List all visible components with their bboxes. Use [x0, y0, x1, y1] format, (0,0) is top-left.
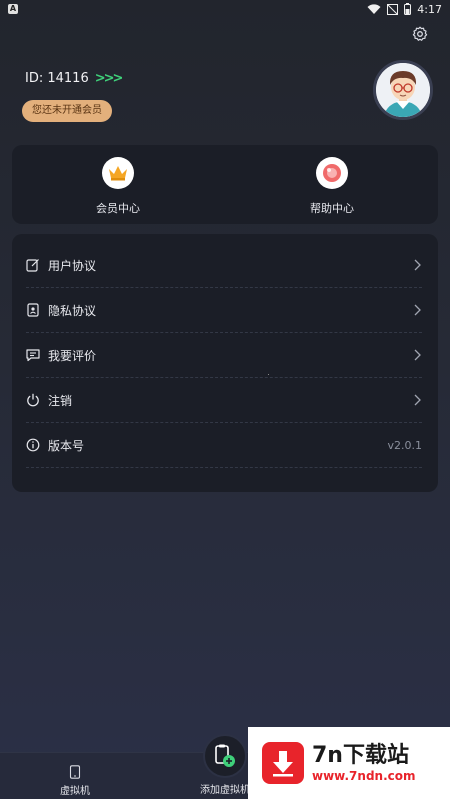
help-center-button[interactable]: 帮助中心: [272, 157, 392, 216]
menu-item-privacy-policy[interactable]: 隐私协议: [26, 288, 422, 333]
tab-virtual-machine-label: 虚拟机: [60, 786, 90, 797]
menu-item-user-agreement[interactable]: 用户协议: [26, 243, 422, 288]
stray-dot: [268, 374, 269, 375]
user-id: ID: 14116 >>>: [25, 71, 124, 86]
avatar[interactable]: [373, 60, 433, 120]
chevron-right-icon: [414, 259, 421, 271]
vip-center-button[interactable]: 会员中心: [58, 157, 178, 216]
settings-menu-card: 用户协议 隐私协议 我要评价 注销 版本号 v2.0.1: [12, 234, 438, 492]
status-bar: A 4:17: [0, 0, 450, 18]
vip-status-badge[interactable]: 您还未开通会员: [22, 100, 112, 122]
help-center-label: 帮助中心: [310, 202, 354, 215]
crown-icon: [102, 157, 134, 189]
tab-virtual-machine[interactable]: 虚拟机: [45, 765, 105, 797]
chevron-right-icon: [414, 394, 421, 406]
add-virtual-machine-button[interactable]: [203, 734, 247, 778]
notification-a-icon: A: [8, 4, 18, 14]
info-icon: [26, 438, 40, 452]
download-arrow-icon: [262, 742, 304, 784]
vip-center-label: 会员中心: [96, 202, 140, 215]
status-time: 4:17: [417, 2, 442, 16]
add-device-icon: [215, 744, 235, 767]
version-value: v2.0.1: [387, 438, 423, 452]
watermark-title: 7n下载站: [312, 743, 409, 768]
menu-item-label: 版本号: [48, 438, 85, 453]
power-icon: [27, 393, 39, 407]
id-card-icon: [27, 303, 39, 317]
menu-item-version: 版本号 v2.0.1: [26, 423, 422, 468]
edit-document-icon: [26, 259, 39, 272]
menu-item-label: 注销: [48, 393, 73, 408]
gear-icon[interactable]: [412, 26, 428, 42]
chevron-right-icon: [414, 349, 421, 361]
add-virtual-machine-label: 添加虚拟机: [200, 785, 250, 796]
menu-item-rate-app[interactable]: 我要评价: [26, 333, 422, 378]
download-site-watermark: 7n下载站 www.7ndn.com: [248, 727, 450, 799]
menu-item-label: 用户协议: [48, 258, 97, 273]
avatar-illustration-icon: [376, 63, 430, 117]
chevron-right-icon: [414, 304, 421, 316]
menu-item-label: 我要评价: [48, 348, 97, 363]
battery-icon: [404, 3, 412, 15]
help-bubble-icon: [316, 157, 348, 189]
chat-icon: [26, 349, 40, 362]
wifi-icon: [367, 3, 381, 14]
quick-actions-card: 会员中心 帮助中心: [12, 145, 438, 224]
forward-arrows-icon[interactable]: >>>: [95, 71, 124, 86]
user-id-label: ID: 14116: [25, 71, 89, 86]
phone-icon: [69, 765, 81, 779]
watermark-url: www.7ndn.com: [312, 769, 416, 783]
menu-item-label: 隐私协议: [48, 303, 97, 318]
menu-item-logout[interactable]: 注销: [26, 378, 422, 423]
no-signal-icon: [387, 3, 399, 15]
